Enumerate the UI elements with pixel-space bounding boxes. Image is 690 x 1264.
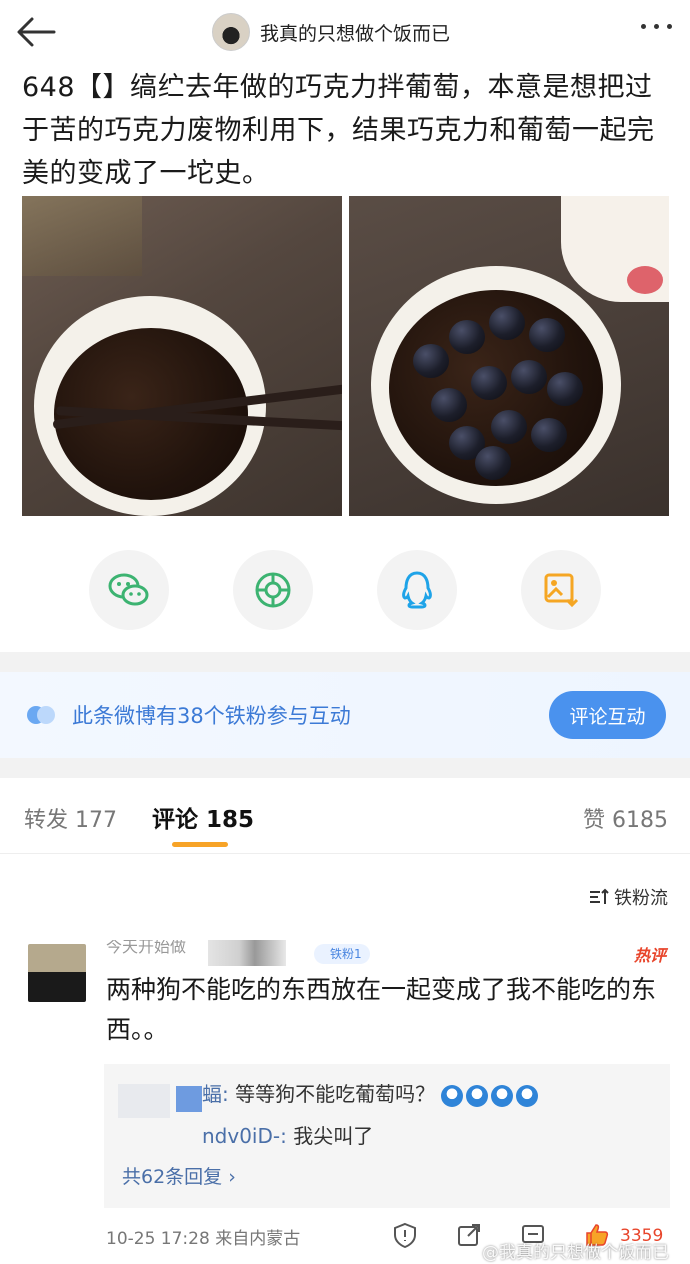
tab-bar: 转发 177 评论 185 赞 6185 [0,778,690,854]
sort-icon [590,888,609,904]
qq-icon[interactable] [377,550,457,630]
reply-text: 等等狗不能吃葡萄吗？ [228,1082,436,1106]
more-replies-link[interactable]: 共62条回复 › [122,1162,236,1189]
back-arrow-icon[interactable] [14,14,58,50]
comment-meta: 10-25 17:28 来自内蒙古 [106,1229,301,1249]
divider [0,758,690,778]
post-image-2[interactable] [349,196,669,516]
fan-badge: 铁粉1 [314,944,370,964]
moments-icon[interactable] [233,550,313,630]
blurred-avatar [176,1086,202,1112]
post-image-1[interactable] [22,196,342,516]
page-title: 我真的只想做个饭而已 [260,22,451,45]
sort-toggle[interactable]: 铁粉流 [588,884,668,910]
wechat-icon[interactable] [89,550,169,630]
tab-repost[interactable]: 转发 177 [24,802,117,834]
hot-comment-label: 热评 [633,946,666,965]
fan-banner-text: 此条微博有38个铁粉参与互动 [72,704,351,728]
avatar[interactable] [28,944,86,1002]
reply-item: 蝠: 等等狗不能吃葡萄吗？ [202,1078,539,1107]
share-icon[interactable] [456,1222,482,1248]
comment-username[interactable]: 今天开始做 [106,940,186,962]
reply-username[interactable]: 蝠: [202,1082,229,1106]
header-user[interactable]: 我真的只想做个饭而已 [212,12,450,52]
sort-label: 铁粉流 [614,888,668,909]
reply-item: ndv0iD-: 我尖叫了 [202,1120,373,1149]
tab-active-indicator [172,842,228,847]
blurred-avatar [118,1084,170,1118]
reply-username[interactable]: ndv0iD-: [202,1124,287,1148]
watermark: @我真的只想做个饭而已 [482,1243,669,1263]
reply-box[interactable]: 蝠: 等等狗不能吃葡萄吗？ ndv0iD-: 我尖叫了 共62条回复 › [104,1064,670,1208]
avatar[interactable] [212,13,250,51]
tab-like[interactable]: 赞 6185 [583,802,668,834]
blurred-username [208,940,286,966]
post-text: 648【】缟纻去年做的巧克力拌葡萄，本意是想把过于苦的巧克力废物利用下，结果巧克… [22,72,655,189]
more-dots-icon[interactable] [641,24,672,29]
shield-icon[interactable] [392,1222,418,1248]
fan-icon [27,706,55,724]
save-image-icon[interactable] [521,550,601,630]
emoji-icon [441,1084,539,1107]
comment-text: 两种狗不能吃的东西放在一起变成了我不能吃的东西。。 [106,975,657,1044]
divider [0,652,690,672]
fan-banner: 此条微博有38个铁粉参与互动 评论互动 [0,672,690,758]
reply-text: 我尖叫了 [286,1124,374,1148]
tab-comment[interactable]: 评论 185 [152,800,254,834]
top-bar: 我真的只想做个饭而已 [0,0,690,66]
comment-interact-button[interactable]: 评论互动 [549,691,666,739]
share-row [0,550,690,630]
